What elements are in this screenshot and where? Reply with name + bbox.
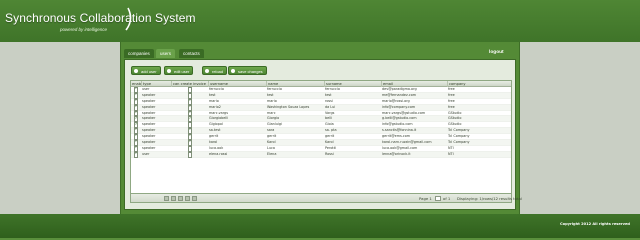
app-title: Synchronous Collaboration System [5, 11, 196, 25]
page-total-label: of 1 [443, 196, 451, 201]
app-header: Synchronous Collaboration System powered… [0, 0, 640, 42]
cell-name: Elena [267, 151, 277, 156]
last-page-icon[interactable] [185, 196, 190, 201]
logout-link[interactable]: logout [489, 50, 504, 55]
copyright-text: Copyright 2012 All rights reserved [559, 222, 630, 226]
cell-surname: Rossi [325, 151, 334, 156]
grid-pager: Page 1 of 1 Displaying: 1/rows/12 result… [130, 194, 522, 203]
tab-bar: companies users contacts [124, 49, 516, 59]
first-page-icon[interactable] [164, 196, 169, 201]
page-label: Page 1 [419, 196, 432, 201]
prev-page-icon[interactable] [171, 196, 176, 201]
grid-toolbar: add user edit user reload save changes [128, 66, 512, 76]
reload-icon [205, 69, 209, 73]
app-tagline: powered by intelligence [60, 27, 108, 32]
edit-icon [167, 69, 171, 73]
tab-contacts[interactable]: contacts [179, 49, 204, 58]
page-number-input[interactable] [435, 196, 441, 201]
save-icon [231, 69, 235, 73]
reload-label: reload [212, 69, 224, 74]
save-changes-button[interactable]: save changes [228, 66, 267, 75]
logo-swoosh-icon [125, 7, 132, 31]
add-user-button[interactable]: add user [131, 66, 161, 75]
invoice-checkbox[interactable] [188, 151, 192, 158]
cell-company: NTI [448, 151, 454, 156]
cell-username: elena.rossi [209, 151, 228, 156]
enabled-checkbox[interactable] [134, 151, 138, 158]
edit-user-label: edit user [174, 69, 190, 74]
tab-companies[interactable]: companies [124, 49, 154, 58]
grid-body: userferruccioferruccioferrucciodev@parad… [131, 87, 511, 158]
tab-users[interactable]: users [156, 49, 176, 58]
table-row[interactable]: user elena.rossi Elena Rossi lenna@orinock.i… [131, 151, 511, 158]
cell-email: lenna@orinock.it [382, 151, 411, 156]
add-icon [134, 69, 138, 73]
cell-type: user [142, 151, 150, 156]
edit-user-button[interactable]: edit user [164, 66, 194, 75]
next-page-icon[interactable] [178, 196, 183, 201]
app-footer [0, 214, 640, 238]
save-changes-label: save changes [238, 69, 263, 74]
add-user-label: add user [141, 69, 157, 74]
reload-button[interactable]: reload [202, 66, 228, 75]
display-info: Displaying: 1/rows/12 results total [457, 196, 522, 201]
refresh-icon[interactable] [192, 196, 197, 201]
users-grid: enabled type can create invoice username… [130, 80, 512, 194]
